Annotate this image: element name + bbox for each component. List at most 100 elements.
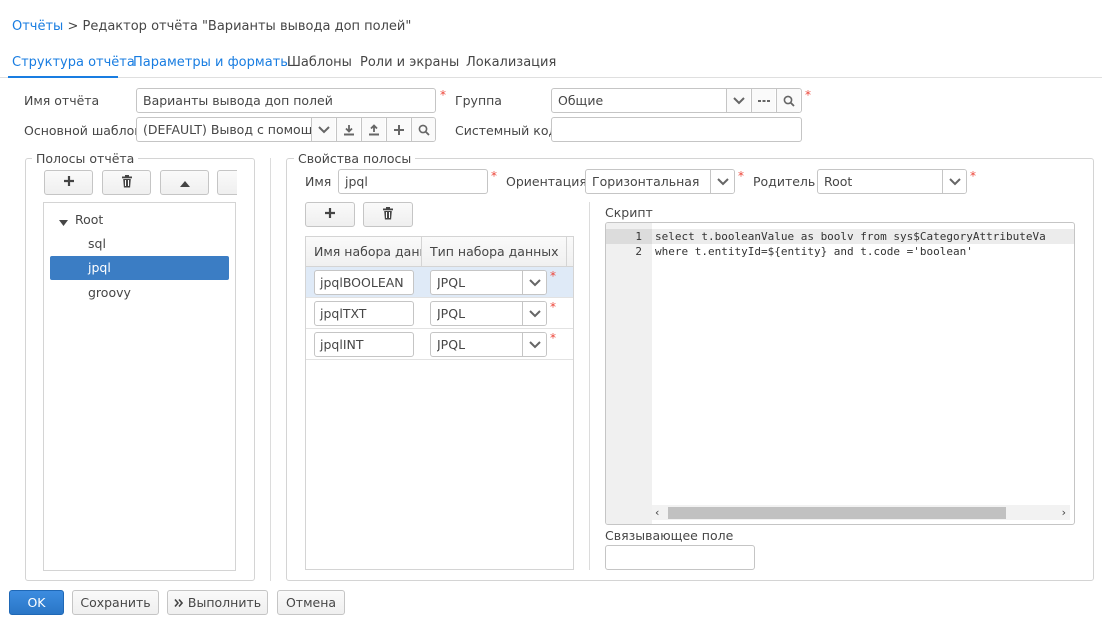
required-mark: * bbox=[550, 269, 556, 283]
column-header-dataset-name[interactable]: Имя набора данных bbox=[306, 237, 422, 267]
chevron-down-icon[interactable] bbox=[311, 118, 335, 141]
system-code-label: Системный код bbox=[455, 123, 558, 138]
column-header-filler bbox=[567, 237, 573, 267]
tab-localization[interactable]: Локализация bbox=[466, 55, 556, 70]
move-down-button[interactable] bbox=[217, 170, 237, 195]
plus-icon[interactable] bbox=[386, 118, 410, 141]
scroll-left-icon[interactable]: ‹ bbox=[655, 506, 659, 519]
required-mark: * bbox=[738, 169, 744, 183]
run-button[interactable]: Выполнить bbox=[167, 590, 268, 615]
tree-item-jpql[interactable]: jpql bbox=[88, 260, 111, 275]
chevron-down-icon[interactable] bbox=[522, 271, 546, 294]
dataset-type-value: JPQL bbox=[437, 306, 466, 321]
main-template-label: Основной шаблон bbox=[24, 123, 143, 138]
table-row[interactable]: jpqlBOOLEAN JPQL * bbox=[306, 267, 573, 298]
cancel-button[interactable]: Отмена bbox=[277, 590, 345, 615]
delete-band-button[interactable] bbox=[102, 170, 151, 195]
parent-label: Родитель bbox=[753, 174, 816, 189]
group-select[interactable]: Общие bbox=[551, 88, 802, 113]
breadcrumb-separator: > bbox=[67, 19, 79, 34]
double-chevron-right-icon bbox=[174, 595, 183, 610]
splitter[interactable] bbox=[270, 158, 271, 581]
parent-select[interactable]: Root bbox=[817, 169, 967, 194]
plus-icon bbox=[63, 175, 75, 190]
dataset-name-input[interactable]: jpqlINT bbox=[314, 332, 414, 357]
active-tab-indicator bbox=[8, 76, 118, 78]
run-button-label: Выполнить bbox=[187, 595, 262, 610]
caret-down-icon[interactable] bbox=[59, 214, 68, 229]
chevron-down-icon[interactable] bbox=[710, 170, 734, 193]
trash-icon bbox=[121, 174, 133, 191]
active-line-gutter bbox=[606, 229, 652, 244]
scrollbar-thumb[interactable] bbox=[668, 507, 1006, 519]
table-row[interactable]: jpqlTXT JPQL * bbox=[306, 298, 573, 329]
band-properties-title: Свойства полосы bbox=[294, 151, 416, 166]
tab-structure[interactable]: Структура отчёта bbox=[12, 55, 135, 70]
script-editor[interactable]: 1 2 select t.booleanValue as boolv from … bbox=[605, 222, 1075, 525]
upload-icon[interactable] bbox=[361, 118, 385, 141]
required-mark: * bbox=[491, 169, 497, 183]
search-icon[interactable] bbox=[411, 118, 435, 141]
dataset-type-value: JPQL bbox=[437, 275, 466, 290]
orientation-value: Горизонтальная bbox=[592, 174, 700, 189]
script-label: Скрипт bbox=[605, 205, 653, 220]
main-template-select[interactable]: (DEFAULT) Вывод с помощью bbox=[136, 117, 436, 142]
tab-parameters[interactable]: Параметры и форматы bbox=[133, 55, 291, 70]
add-dataset-button[interactable] bbox=[305, 202, 355, 227]
lookup-ellipsis-icon[interactable] bbox=[751, 89, 775, 112]
breadcrumb-link-reports[interactable]: Отчёты bbox=[12, 19, 63, 34]
bands-panel-title: Полосы отчёта bbox=[32, 151, 139, 166]
horizontal-scrollbar[interactable]: ‹ › bbox=[652, 505, 1070, 520]
orientation-label: Ориентация bbox=[506, 174, 587, 189]
report-name-input[interactable]: Варианты вывода доп полей bbox=[136, 88, 436, 113]
group-label: Группа bbox=[455, 93, 502, 108]
inner-splitter[interactable] bbox=[589, 202, 590, 570]
dataset-name-input[interactable]: jpqlTXT bbox=[314, 301, 414, 326]
tab-bar: Структура отчёта Параметры и форматы Шаб… bbox=[0, 52, 1102, 78]
delete-dataset-button[interactable] bbox=[363, 202, 413, 227]
download-icon[interactable] bbox=[336, 118, 360, 141]
move-up-button[interactable] bbox=[160, 170, 209, 195]
required-mark: * bbox=[550, 300, 556, 314]
dataset-type-select[interactable]: JPQL bbox=[430, 301, 547, 326]
caret-up-icon bbox=[179, 175, 190, 190]
line-number-gutter: 1 2 bbox=[606, 223, 652, 524]
save-button[interactable]: Сохранить bbox=[72, 590, 159, 615]
ok-button[interactable]: OK bbox=[9, 590, 64, 615]
link-field-label: Связывающее поле bbox=[605, 528, 734, 543]
band-name-label: Имя bbox=[305, 174, 332, 189]
search-icon[interactable] bbox=[776, 89, 800, 112]
dataset-type-value: JPQL bbox=[437, 337, 466, 352]
add-band-button[interactable] bbox=[44, 170, 93, 195]
table-row[interactable]: jpqlINT JPQL * bbox=[306, 329, 573, 360]
chevron-down-icon[interactable] bbox=[942, 170, 966, 193]
dataset-name-input[interactable]: jpqlBOOLEAN bbox=[314, 270, 414, 295]
chevron-down-icon[interactable] bbox=[522, 333, 546, 356]
chevron-down-icon[interactable] bbox=[522, 302, 546, 325]
chevron-down-icon[interactable] bbox=[726, 89, 750, 112]
datasets-table: Имя набора данных Тип набора данных jpql… bbox=[305, 236, 574, 570]
required-mark: * bbox=[440, 88, 446, 102]
tree-selection-highlight bbox=[50, 256, 229, 280]
breadcrumb: Отчёты > Редактор отчёта "Варианты вывод… bbox=[12, 19, 411, 34]
tree-item-groovy[interactable]: groovy bbox=[88, 285, 131, 300]
scroll-right-icon[interactable]: › bbox=[1062, 506, 1066, 519]
band-name-input[interactable]: jpql bbox=[338, 169, 488, 194]
tree-item-root[interactable]: Root bbox=[75, 212, 103, 227]
code-line: select t.booleanValue as boolv from sys$… bbox=[655, 230, 1046, 243]
report-name-label: Имя отчёта bbox=[24, 93, 100, 108]
tab-roles[interactable]: Роли и экраны bbox=[360, 55, 459, 70]
trash-icon bbox=[382, 206, 394, 223]
link-field-input[interactable] bbox=[605, 545, 755, 570]
system-code-input[interactable] bbox=[551, 117, 802, 142]
required-mark: * bbox=[970, 169, 976, 183]
line-number: 1 bbox=[635, 230, 642, 243]
column-header-dataset-type[interactable]: Тип набора данных bbox=[422, 237, 567, 267]
tab-templates[interactable]: Шаблоны bbox=[287, 55, 352, 70]
dataset-type-select[interactable]: JPQL bbox=[430, 332, 547, 357]
dataset-type-select[interactable]: JPQL bbox=[430, 270, 547, 295]
orientation-select[interactable]: Горизонтальная bbox=[585, 169, 735, 194]
required-mark: * bbox=[805, 88, 811, 102]
main-template-value: (DEFAULT) Вывод с помощью bbox=[143, 122, 311, 137]
tree-item-sql[interactable]: sql bbox=[88, 236, 106, 251]
